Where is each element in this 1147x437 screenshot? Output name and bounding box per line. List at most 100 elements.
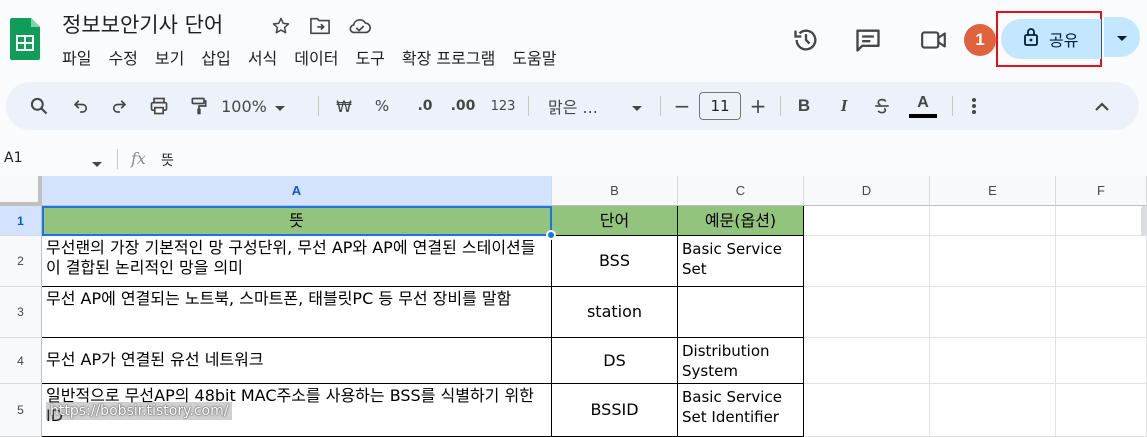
redo-icon[interactable] xyxy=(104,82,134,130)
toolbar-divider xyxy=(660,96,661,116)
cell-text: 무선 AP가 연결된 유선 네트워크 xyxy=(46,350,264,369)
caret-down-icon[interactable] xyxy=(92,153,102,172)
menu-file[interactable]: 파일 xyxy=(62,45,101,69)
zoom-value: 100% xyxy=(221,96,267,116)
column-header-c[interactable]: C xyxy=(678,176,804,206)
cell-text xyxy=(678,287,803,290)
cell-e4[interactable] xyxy=(930,338,1056,384)
comments-icon[interactable] xyxy=(848,20,888,60)
toolbar-divider xyxy=(780,96,781,116)
column-header-d[interactable]: D xyxy=(804,176,930,206)
cell-c2[interactable]: Basic Service Set xyxy=(678,236,804,287)
currency-format-button[interactable]: ₩ xyxy=(330,82,358,130)
sheets-logo-icon[interactable] xyxy=(10,18,40,60)
menu-edit[interactable]: 수정 xyxy=(108,45,147,69)
undo-icon[interactable] xyxy=(66,82,96,130)
row-header-3[interactable]: 3 xyxy=(0,287,42,338)
cell-e2[interactable] xyxy=(930,236,1056,287)
column-header-e[interactable]: E xyxy=(930,176,1056,206)
italic-button[interactable]: I xyxy=(832,82,856,130)
formula-input[interactable]: 뜻 xyxy=(161,150,174,170)
cell-f3[interactable] xyxy=(1056,287,1147,338)
decrease-decimal-label: .0 xyxy=(417,98,433,114)
row-header-5[interactable]: 5 xyxy=(0,384,42,437)
cell-d5[interactable] xyxy=(804,384,930,437)
decrease-decimal-button[interactable]: .0 xyxy=(410,82,440,130)
number-format-button[interactable]: 123 xyxy=(488,82,518,130)
menu-insert[interactable]: 삽입 xyxy=(201,45,240,69)
cell-e3[interactable] xyxy=(930,287,1056,338)
menu-data[interactable]: 데이터 xyxy=(294,45,348,69)
cell-f1[interactable] xyxy=(1056,206,1147,236)
menu-view[interactable]: 보기 xyxy=(155,45,194,69)
increase-font-size-button[interactable]: + xyxy=(746,82,770,130)
cell-b1[interactable]: 단어 xyxy=(552,206,678,236)
text-color-swatch xyxy=(909,113,937,118)
column-header-f[interactable]: F xyxy=(1056,176,1147,206)
star-icon[interactable] xyxy=(269,14,293,38)
increase-decimal-button[interactable]: .00 xyxy=(448,82,478,130)
cell-c1[interactable]: 예문(옵션) xyxy=(678,206,804,236)
font-family-select[interactable]: 맑은 ... xyxy=(542,82,648,130)
cell-f2[interactable] xyxy=(1056,236,1147,287)
cell-a4[interactable]: 무선 AP가 연결된 유선 네트워크 xyxy=(42,338,552,384)
cell-a2[interactable]: 무선랜의 가장 기본적인 망 구성단위, 무선 AP와 AP에 연결된 스테이션… xyxy=(42,236,552,287)
menu-tools[interactable]: 도구 xyxy=(355,45,394,69)
cell-d1[interactable] xyxy=(804,206,930,236)
paint-format-icon[interactable] xyxy=(184,82,214,130)
cell-d3[interactable] xyxy=(804,287,930,338)
row-header-2[interactable]: 2 xyxy=(0,236,42,287)
percent-format-button[interactable]: % xyxy=(368,82,396,130)
cell-e5[interactable] xyxy=(930,384,1056,437)
share-dropdown-button[interactable] xyxy=(1104,17,1140,57)
cell-a3[interactable]: 무선 AP에 연결되는 노트북, 스마트폰, 태블릿PC 등 무선 장비를 말함 xyxy=(42,287,552,338)
cell-f5[interactable] xyxy=(1056,384,1147,437)
cell-b2[interactable]: BSS xyxy=(552,236,678,287)
cell-c3[interactable] xyxy=(678,287,804,338)
cell-a1[interactable]: 뜻 xyxy=(42,206,552,236)
cell-b4[interactable]: DS xyxy=(552,338,678,384)
zoom-select[interactable]: 100% xyxy=(221,82,285,130)
more-options-icon[interactable] xyxy=(962,82,986,130)
select-all-corner[interactable] xyxy=(0,176,42,206)
fill-handle[interactable] xyxy=(546,230,556,240)
cell-c5[interactable]: Basic Service Set Identifier xyxy=(678,384,804,437)
column-header-a[interactable]: A xyxy=(42,176,552,206)
share-label: 공유 xyxy=(1049,31,1079,50)
search-menus-icon[interactable] xyxy=(24,82,54,130)
toolbar-divider xyxy=(528,96,529,116)
cell-text: 예문(옵션) xyxy=(704,210,777,230)
document-title[interactable]: 정보보안기사 단어 xyxy=(62,9,223,39)
column-header-b[interactable]: B xyxy=(552,176,678,206)
row-header-4[interactable]: 4 xyxy=(0,338,42,384)
vertical-scrollbar[interactable] xyxy=(1141,206,1147,236)
menu-format[interactable]: 서식 xyxy=(248,45,287,69)
cell-e1[interactable] xyxy=(930,206,1056,236)
version-history-icon[interactable] xyxy=(786,20,826,60)
print-icon[interactable] xyxy=(144,82,174,130)
strikethrough-icon[interactable] xyxy=(870,82,894,130)
text-color-button[interactable]: A xyxy=(908,82,938,130)
meet-video-icon[interactable] xyxy=(914,20,954,60)
cell-d4[interactable] xyxy=(804,338,930,384)
cell-c4[interactable]: Distribution System xyxy=(678,338,804,384)
menu-help[interactable]: 도움말 xyxy=(512,45,566,69)
collapse-toolbar-icon[interactable] xyxy=(1088,82,1116,130)
share-button[interactable]: 공유 xyxy=(1001,19,1101,59)
cell-b5[interactable]: BSSID xyxy=(552,384,678,437)
bold-button[interactable]: B xyxy=(792,82,816,130)
step-badge: 1 xyxy=(964,24,996,56)
lock-icon xyxy=(1023,27,1039,51)
text-color-label: A xyxy=(917,93,929,111)
menu-extensions[interactable]: 확장 프로그램 xyxy=(402,45,505,69)
cloud-saved-icon[interactable] xyxy=(348,14,372,38)
row-header-1[interactable]: 1 xyxy=(0,206,42,236)
cell-f4[interactable] xyxy=(1056,338,1147,384)
cell-text: DS xyxy=(603,350,626,370)
decrease-font-size-button[interactable]: − xyxy=(670,82,694,130)
cell-d2[interactable] xyxy=(804,236,930,287)
cell-b3[interactable]: station xyxy=(552,287,678,338)
font-size-input[interactable]: 11 xyxy=(699,92,741,120)
move-folder-icon[interactable] xyxy=(308,14,332,38)
name-box[interactable]: A1 xyxy=(4,150,22,166)
